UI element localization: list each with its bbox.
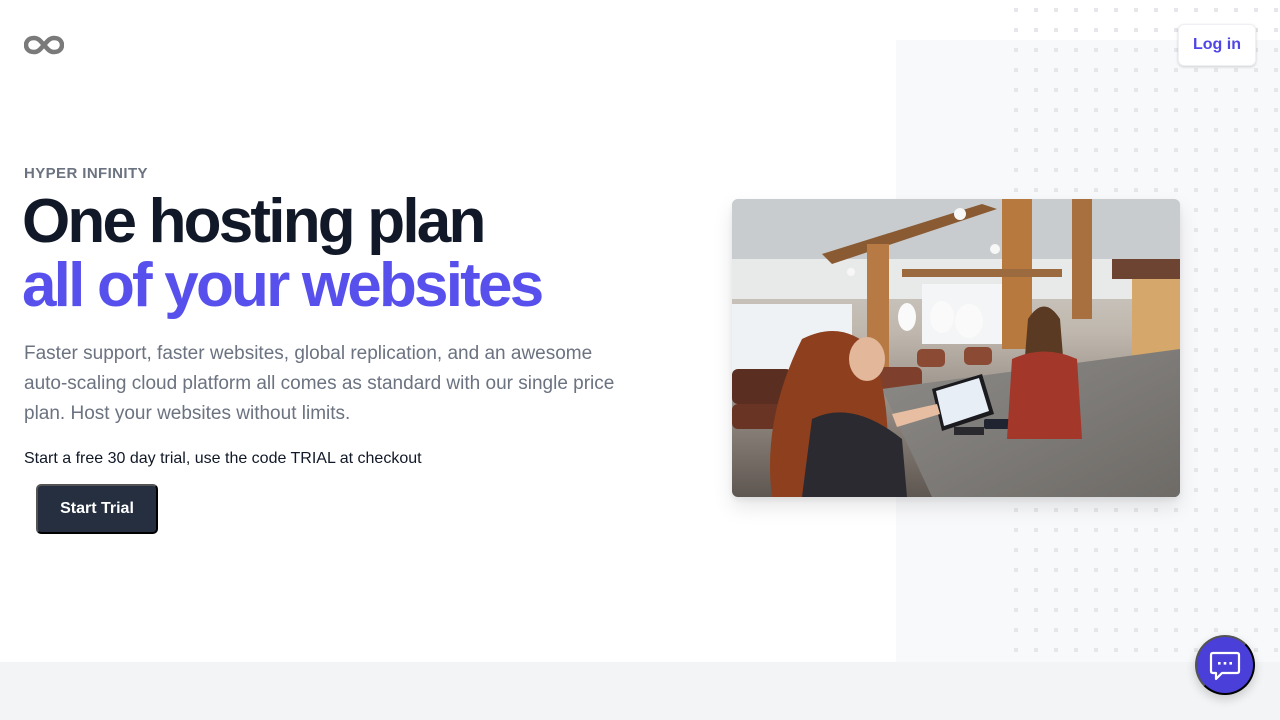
headline-line-2: all of your websites bbox=[22, 251, 544, 320]
hero-description: Faster support, faster websites, global … bbox=[24, 343, 615, 424]
eyebrow-label: HYPER INFINITY bbox=[24, 165, 148, 182]
hero-image bbox=[732, 199, 1180, 497]
logo-link[interactable] bbox=[23, 34, 65, 56]
login-button[interactable]: Log in bbox=[1178, 24, 1256, 66]
footer-strip bbox=[0, 662, 1280, 720]
chat-bubble-icon bbox=[1209, 651, 1241, 681]
infinity-icon bbox=[23, 35, 65, 55]
chat-widget-button[interactable] bbox=[1195, 635, 1255, 695]
hero-headline: One hosting plan all of your websites bbox=[22, 187, 544, 320]
trial-note: Start a free 30 day trial, use the code … bbox=[24, 450, 422, 467]
start-trial-button[interactable]: Start Trial bbox=[36, 484, 158, 534]
headline-line-1: One hosting plan bbox=[22, 187, 486, 256]
